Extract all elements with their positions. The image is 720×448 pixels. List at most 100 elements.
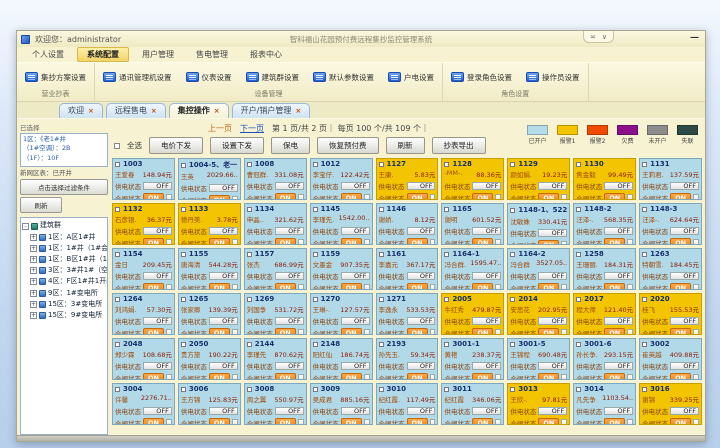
meter-card[interactable]: 1129 颜如娟. 19.23元 供电状态 OFF 合闸状态 ON bbox=[507, 158, 570, 200]
card-switch-state-button[interactable]: ON bbox=[670, 238, 691, 245]
card-switch-state-button[interactable]: ON bbox=[604, 283, 625, 290]
card-switch-state-button[interactable]: ON bbox=[275, 373, 296, 380]
card-switch-state-button[interactable]: ON bbox=[407, 328, 428, 335]
card-switch-state-button[interactable]: ON bbox=[209, 328, 230, 335]
meter-card[interactable]: 1258 王珊丽. 184.31元 供电状态 OFF 合闸状态 ON bbox=[573, 248, 636, 290]
menu-item-用户管理[interactable]: 用户管理 bbox=[133, 48, 183, 61]
ribbon-button[interactable]: 集抄方案设置 bbox=[23, 70, 88, 85]
menu-item-售电管理[interactable]: 售电管理 bbox=[187, 48, 237, 61]
card-checkbox[interactable] bbox=[576, 342, 581, 347]
meter-card[interactable]: 1128 -MM-. 88.36元 供电状态 OFF 合闸状态 ON bbox=[441, 158, 504, 200]
card-switch-state-button[interactable]: ON bbox=[209, 418, 230, 425]
selected-filter-list[interactable]: 1区：《老1#井（1#空调）：2B（1F）：10F bbox=[20, 133, 108, 167]
card-checkbox[interactable] bbox=[642, 342, 647, 347]
card-switch-state-button[interactable]: ON bbox=[209, 283, 230, 290]
tab-远程售电[interactable]: 远程售电× bbox=[106, 103, 166, 118]
meter-card[interactable]: 1004-5、老一 王英 2029.66.. 供电状态 OFF 合闸状态 ON bbox=[178, 158, 241, 200]
meter-card[interactable]: 1157 张杰 686.99元 供电状态 OFF 合闸状态 ON bbox=[244, 248, 307, 290]
card-checkbox[interactable] bbox=[510, 342, 515, 347]
card-checkbox[interactable] bbox=[642, 207, 647, 212]
card-checkbox[interactable] bbox=[313, 387, 318, 392]
card-checkbox[interactable] bbox=[379, 162, 384, 167]
pick-filter-button[interactable]: 点击选择过滤条件 bbox=[20, 179, 108, 195]
card-switch-state-button[interactable]: ON bbox=[407, 373, 428, 380]
card-switch-state-button[interactable]: ON bbox=[538, 240, 559, 245]
card-switch-state-button[interactable]: ON bbox=[538, 283, 559, 290]
filter-item[interactable]: 1区：《老1#井 bbox=[23, 135, 105, 144]
card-checkbox[interactable] bbox=[115, 387, 120, 392]
card-checkbox[interactable] bbox=[642, 252, 647, 257]
meter-card[interactable]: 1265 张家卿 139.39元 供电状态 OFF 合闸状态 ON bbox=[178, 293, 241, 335]
meter-card[interactable]: 3010 纪红霞. 117.49元 供电状态 OFF 合闸状态 ON bbox=[376, 383, 439, 425]
card-checkbox[interactable] bbox=[576, 207, 581, 212]
card-switch-state-button[interactable]: ON bbox=[341, 373, 362, 380]
toolbar-button-保电[interactable]: 保电 bbox=[271, 137, 310, 154]
card-checkbox[interactable] bbox=[510, 387, 515, 392]
filter-refresh-button[interactable]: 刷新 bbox=[20, 197, 62, 213]
tab-开户/销户管理[interactable]: 开户/销户管理× bbox=[232, 103, 311, 118]
card-checkbox[interactable] bbox=[379, 297, 384, 302]
card-checkbox[interactable] bbox=[247, 252, 252, 257]
card-switch-state-button[interactable]: ON bbox=[341, 328, 362, 335]
filter-item[interactable]: （1#空调）：2B bbox=[23, 144, 105, 153]
meter-card[interactable]: 3001-6 孙长争. 293.15元 供电状态 OFF 合闸状态 ON bbox=[573, 338, 636, 380]
card-checkbox[interactable] bbox=[510, 297, 515, 302]
meter-card[interactable]: 3002 崔英越 409.88元 供电状态 OFF 合闸状态 ON bbox=[639, 338, 702, 380]
card-switch-state-button[interactable]: ON bbox=[472, 193, 493, 200]
meter-card[interactable]: 1264 刘鸿娟. 57.30元 供电状态 OFF 合闸状态 ON bbox=[112, 293, 175, 335]
meter-card[interactable]: 3013 王欣-. 97.81元 供电状态 OFF 合闸状态 ON bbox=[507, 383, 570, 425]
meter-card[interactable]: 2020 桂飞 155.53元 供电状态 OFF 合闸状态 ON bbox=[639, 293, 702, 335]
card-switch-state-button[interactable]: ON bbox=[143, 283, 164, 290]
ribbon-button[interactable]: 登录角色设置 bbox=[449, 70, 514, 85]
tree-root-node[interactable]: -建筑群 bbox=[22, 220, 106, 231]
ribbon-button[interactable]: 默认参数设置 bbox=[311, 70, 376, 85]
card-switch-state-button[interactable]: ON bbox=[407, 238, 428, 245]
card-checkbox[interactable] bbox=[510, 208, 515, 213]
tree-expander-icon[interactable]: + bbox=[30, 290, 37, 297]
card-checkbox[interactable] bbox=[576, 387, 581, 392]
meter-card[interactable]: 1148-3 汪泽-. 624.64元 供电状态 OFF 合闸状态 ON bbox=[639, 203, 702, 245]
tree-expander-icon[interactable]: + bbox=[30, 278, 37, 285]
card-switch-state-button[interactable]: ON bbox=[472, 418, 493, 425]
card-switch-state-button[interactable]: ON bbox=[341, 283, 362, 290]
card-switch-state-button[interactable]: ON bbox=[407, 283, 428, 290]
meter-card[interactable]: 2005 牛红秀 479.87元 供电状态 OFF 合闸状态 ON bbox=[441, 293, 504, 335]
meter-card[interactable]: 1159 文墨金 907.35元 供电状态 OFF 合闸状态 ON bbox=[310, 248, 373, 290]
card-switch-state-button[interactable]: ON bbox=[538, 418, 559, 425]
tree-expander-icon[interactable]: - bbox=[22, 223, 29, 230]
card-switch-state-button[interactable]: ON bbox=[143, 373, 164, 380]
card-checkbox[interactable] bbox=[181, 207, 186, 212]
prev-page-link[interactable]: 上一页 bbox=[208, 123, 232, 134]
meter-card[interactable]: 1003 王爱春 148.94元 供电状态 OFF 合闸状态 ON bbox=[112, 158, 175, 200]
card-switch-state-button[interactable]: ON bbox=[275, 193, 296, 200]
meter-card[interactable]: 3006 王方锦 125.83元 供电状态 OFF 合闸状态 ON bbox=[178, 383, 241, 425]
meter-card[interactable]: 1127 王康. 5.83元 供电状态 OFF 合闸状态 ON bbox=[376, 158, 439, 200]
meter-card[interactable]: 1269 刘国争 531.72元 供电状态 OFF 合闸状态 ON bbox=[244, 293, 307, 335]
card-checkbox[interactable] bbox=[642, 162, 647, 167]
meter-card[interactable]: 1270 王琳-. 127.57元 供电状态 OFF 合闸状态 ON bbox=[310, 293, 373, 335]
tree-expander-icon[interactable]: + bbox=[30, 312, 37, 319]
card-checkbox[interactable] bbox=[247, 297, 252, 302]
meter-card[interactable]: 1263 特朝雪. 184.45元 供电状态 OFF 合闸状态 ON bbox=[639, 248, 702, 290]
meter-card[interactable]: 3011 纪红霞 346.06元 供电状态 OFF 合闸状态 ON bbox=[441, 383, 504, 425]
meter-card[interactable]: 2193 孙先玉. 59.34元 供电状态 OFF 合闸状态 ON bbox=[376, 338, 439, 380]
meter-card[interactable]: 1133 德丹美. 3.78元 供电状态 OFF 合闸状态 ON bbox=[178, 203, 241, 245]
card-switch-state-button[interactable]: ON bbox=[604, 328, 625, 335]
ribbon-button[interactable]: 通讯管理机设置 bbox=[101, 70, 174, 85]
ribbon-button[interactable]: 建筑群设置 bbox=[244, 70, 302, 85]
card-switch-state-button[interactable]: ON bbox=[143, 238, 164, 245]
card-checkbox[interactable] bbox=[313, 162, 318, 167]
card-checkbox[interactable] bbox=[247, 387, 252, 392]
card-switch-state-button[interactable]: ON bbox=[604, 238, 625, 245]
card-checkbox[interactable] bbox=[181, 163, 186, 168]
meter-card[interactable]: 2048 郑少霖 108.68元 供电状态 OFF 合闸状态 ON bbox=[112, 338, 175, 380]
card-checkbox[interactable] bbox=[313, 342, 318, 347]
card-switch-state-button[interactable]: ON bbox=[670, 418, 691, 425]
ribbon-restore-icon[interactable]: ≍ bbox=[590, 33, 596, 41]
card-switch-state-button[interactable]: ON bbox=[472, 373, 493, 380]
tree-node[interactable]: +3区：3#井1#（空调 bbox=[22, 265, 106, 276]
meter-card[interactable]: 2148 阳红仙 186.74元 供电状态 OFF 合闸状态 ON bbox=[310, 338, 373, 380]
card-checkbox[interactable] bbox=[444, 297, 449, 302]
card-switch-state-button[interactable]: ON bbox=[341, 418, 362, 425]
menu-item-报表中心[interactable]: 报表中心 bbox=[241, 48, 291, 61]
